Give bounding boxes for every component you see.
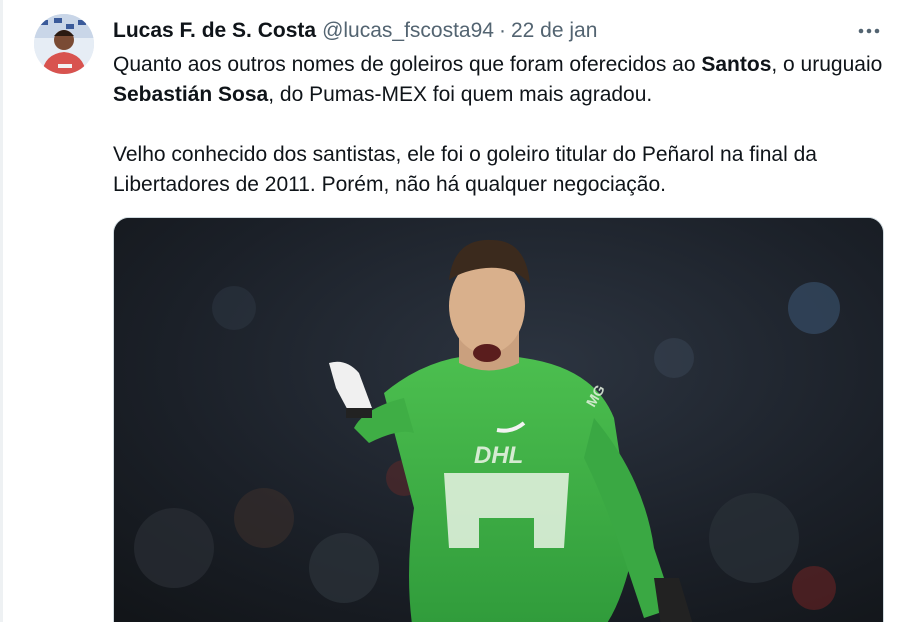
avatar-image — [34, 14, 94, 74]
tweet-page: Lucas F. de S. Costa @lucas_fscosta94 · … — [0, 0, 922, 622]
header-separator: · — [498, 19, 506, 42]
tweet-date[interactable]: 22 de jan — [511, 16, 597, 46]
text-run: Quanto aos outros nomes de goleiros que … — [113, 53, 702, 76]
tweet-paragraph-1: Quanto aos outros nomes de goleiros que … — [113, 50, 903, 110]
tweet-text: Quanto aos outros nomes de goleiros que … — [113, 50, 903, 200]
goalkeeper-photo: DHL MG — [114, 218, 883, 622]
tweet-header: Lucas F. de S. Costa @lucas_fscosta94 · … — [113, 16, 597, 46]
jersey-sponsor-text: DHL — [474, 442, 523, 469]
bold-santos: Santos — [701, 53, 772, 76]
tweet-paragraph-2: Velho conhecido dos santistas, ele foi o… — [113, 143, 817, 196]
timeline-border — [0, 0, 3, 622]
more-options-button[interactable] — [854, 18, 884, 44]
author-display-name[interactable]: Lucas F. de S. Costa — [113, 16, 316, 46]
tweet-photo[interactable]: DHL MG — [113, 217, 884, 622]
text-run: , o uruguaio — [771, 53, 883, 76]
avatar[interactable] — [34, 14, 94, 74]
text-run: , do Pumas-MEX foi quem mais agradou. — [268, 83, 653, 106]
more-horizontal-icon — [858, 28, 880, 34]
bold-sebastian-sosa: Sebastián Sosa — [113, 83, 269, 106]
author-handle[interactable]: @lucas_fscosta94 — [322, 16, 494, 46]
